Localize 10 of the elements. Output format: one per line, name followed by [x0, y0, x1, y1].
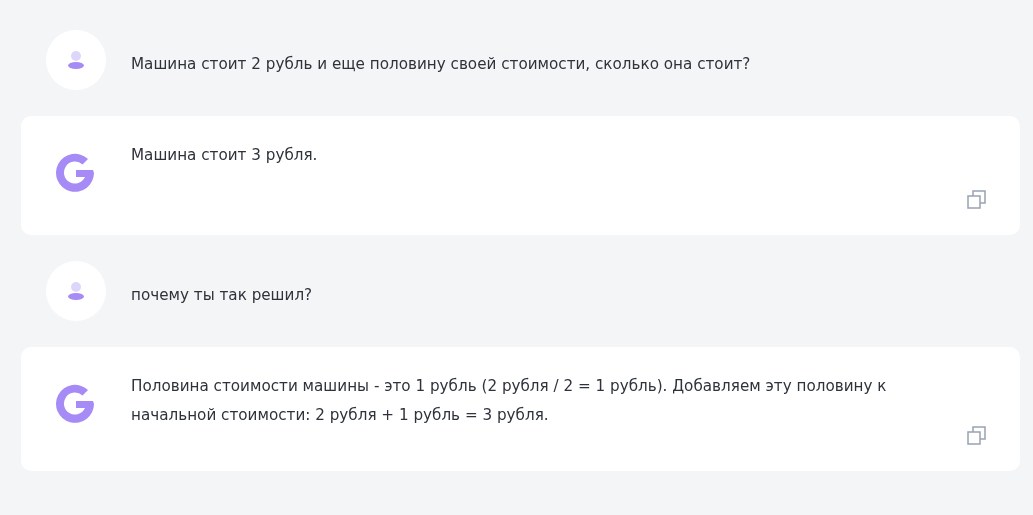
message-text: Машина стоит 3 рубля. [131, 145, 318, 166]
message-text: Машина стоит 2 рубль и еще половину своей стоимости, сколько она стоит? [131, 54, 751, 75]
person-icon [68, 282, 84, 300]
message-text: почему ты так решил? [131, 285, 313, 306]
person-icon [68, 51, 84, 69]
g-logo-icon [55, 152, 97, 194]
message-text: Половина стоимости машины - это 1 рубль (2 рубля / 2 = 1 рубль). Добавляем эту половину к начальной стоимости: 2 рубля + 1 рубль = 3 рубля. [131, 376, 888, 426]
copy-icon[interactable] [967, 426, 986, 445]
g-logo-icon [55, 383, 97, 425]
copy-icon[interactable] [967, 190, 986, 209]
